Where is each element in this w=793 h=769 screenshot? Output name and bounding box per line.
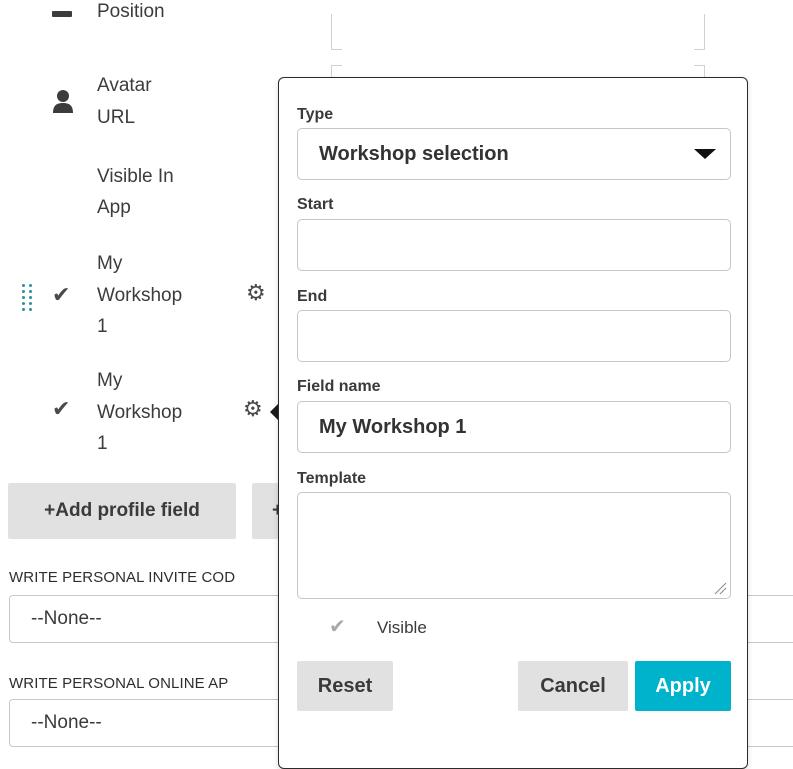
- end-label: End: [297, 288, 328, 305]
- start-input[interactable]: [297, 219, 731, 271]
- cancel-button[interactable]: Cancel: [518, 661, 628, 711]
- settings-gear-icon[interactable]: ⚙: [246, 281, 266, 306]
- field-settings-popover: Type Workshop selection Start End Field …: [278, 77, 748, 769]
- workshop-b-label-2: Workshop: [97, 402, 183, 423]
- field-name-label: Field name: [297, 378, 381, 395]
- workshop-a-label-1: My: [97, 253, 123, 274]
- end-input[interactable]: [297, 310, 731, 362]
- type-label: Type: [297, 106, 334, 123]
- reset-button[interactable]: Reset: [297, 661, 393, 711]
- start-label: Start: [297, 196, 334, 213]
- position-label: Position: [97, 1, 165, 22]
- double-check-icon: ✔: [52, 397, 71, 422]
- position-bracket-left: [331, 14, 342, 50]
- type-select[interactable]: Workshop selection: [297, 128, 731, 180]
- workshop-b-label-3: 1: [97, 433, 108, 454]
- visible-checkbox-icon[interactable]: ✔: [329, 614, 346, 638]
- double-check-icon: ✔: [52, 283, 71, 308]
- field-name-input[interactable]: My Workshop 1: [297, 401, 731, 453]
- user-icon: [53, 90, 73, 113]
- template-textarea[interactable]: [297, 492, 731, 599]
- resize-grip-icon[interactable]: [713, 581, 727, 595]
- template-label: Template: [297, 470, 367, 487]
- popover-arrow: [270, 404, 278, 420]
- workshop-a-label-2: Workshop: [97, 285, 183, 306]
- position-icon: [52, 11, 72, 17]
- avatar-url-label-2: URL: [97, 107, 136, 128]
- visible-label: Visible: [377, 618, 427, 637]
- apply-button[interactable]: Apply: [635, 661, 731, 711]
- add-profile-field-button[interactable]: +Add profile field: [8, 483, 236, 539]
- avatar-url-label-1: Avatar: [97, 75, 152, 96]
- drag-handle-icon[interactable]: [22, 284, 34, 311]
- invite-code-label: WRITE PERSONAL INVITE COD: [9, 569, 236, 586]
- dropdown-caret-icon: [694, 149, 716, 159]
- position-bracket-right: [694, 14, 705, 50]
- type-select-value: Workshop selection: [319, 143, 509, 165]
- settings-gear-icon[interactable]: ⚙: [243, 397, 263, 422]
- workshop-b-label-1: My: [97, 370, 123, 391]
- workshop-a-label-3: 1: [97, 316, 108, 337]
- visible-in-app-label-2: App: [97, 197, 131, 218]
- online-app-label: WRITE PERSONAL ONLINE AP: [9, 675, 229, 692]
- visible-in-app-label-1: Visible In: [97, 166, 174, 187]
